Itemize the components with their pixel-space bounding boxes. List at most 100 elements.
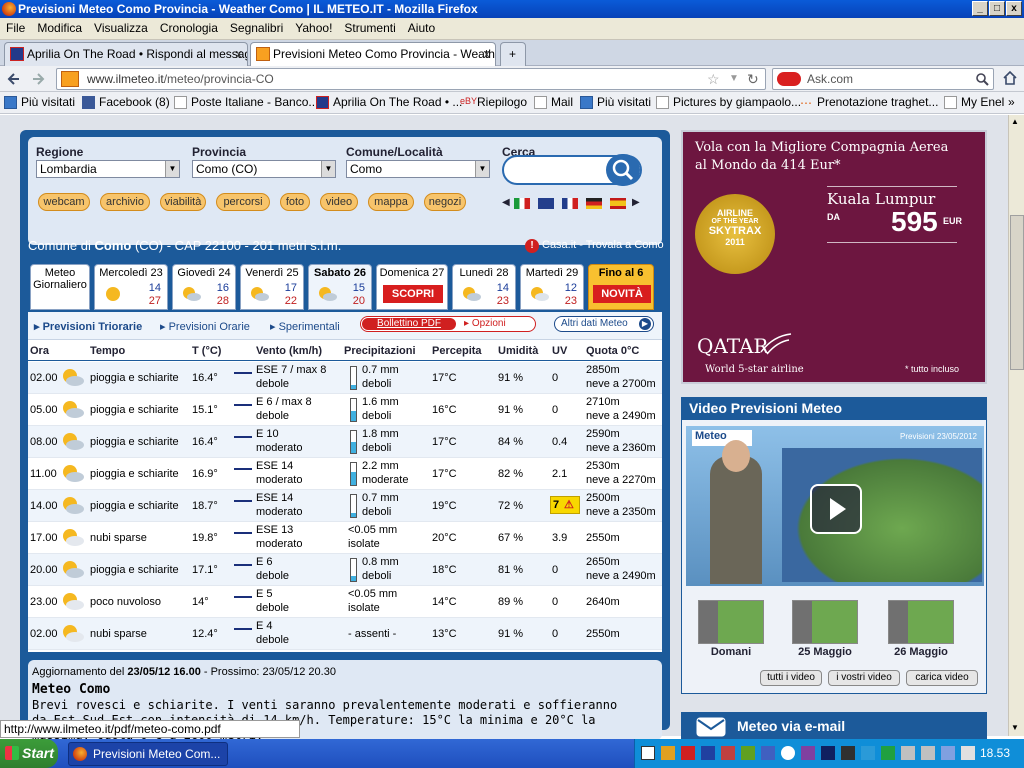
thumb-label-26-maggio[interactable]: 26 Maggio [888,646,954,658]
play-button[interactable] [810,484,862,534]
menu-cronologia[interactable]: Cronologia [154,18,224,35]
bookmark-star-icon[interactable]: ☆ [707,69,720,89]
next-lang-icon[interactable]: ▶ [632,197,640,208]
tab-sperimentali[interactable]: ▸ Sperimentali [270,320,340,333]
day-tab-giornaliero[interactable]: Meteo Giornaliero [30,264,90,310]
bluetooth-icon[interactable] [941,746,955,760]
day-tab-domenica[interactable]: Domenica 27 SCOPRI [376,264,448,310]
carica-video-button[interactable]: carica video [906,670,978,686]
pill-foto[interactable]: foto [280,193,310,211]
day-tab-giovedi[interactable]: Giovedì 24 16 28 [172,264,236,310]
comune-select[interactable]: Como ▼ [346,160,490,178]
back-arrow-icon[interactable] [6,71,22,87]
tray-app-icon[interactable] [681,746,695,760]
vertical-scrollbar[interactable]: ▲ ▼ [1008,115,1024,736]
bookmark-pictures[interactable]: Pictures by giampaolo... [656,95,801,109]
menu-yahoo[interactable]: Yahoo! [289,18,338,35]
menu-aiuto[interactable]: Aiuto [402,18,441,35]
bollettino-pdf-button[interactable]: Bollettino PDF [362,318,456,330]
search-button[interactable] [606,154,640,186]
tutti-i-video-button[interactable]: tutti i video [760,670,822,686]
altri-dati-button[interactable]: Altri dati Meteo ▶ [554,316,654,332]
tray-app-icon[interactable] [761,746,775,760]
tab-triorarie[interactable]: ▸ Previsioni Triorarie [34,320,142,333]
new-tab-button[interactable]: + [500,42,526,66]
minimize-button[interactable]: _ [972,1,988,16]
tray-app-icon[interactable] [641,746,655,760]
day-tab-fino-al-6[interactable]: Fino al 6 NOVITÀ [588,264,654,310]
menu-strumenti[interactable]: Strumenti [338,18,401,35]
close-tab-icon[interactable]: x [236,43,243,65]
email-section-header[interactable]: Meteo via e-mail [681,712,987,740]
tab-meteo[interactable]: Previsioni Meteo Como Provincia - Weath.… [250,42,496,67]
menu-modifica[interactable]: Modifica [31,18,88,35]
bookmark-mail[interactable]: Mail [534,95,573,109]
pill-webcam[interactable]: webcam [38,193,90,211]
maximize-button[interactable]: □ [989,1,1005,16]
bookmark-riepilogo[interactable]: eBY Riepilogo [460,95,527,109]
tray-app-icon[interactable] [661,746,675,760]
bookmarks-overflow[interactable]: » [1008,95,1015,109]
menu-file[interactable]: File [0,18,31,35]
thumb-label-25-maggio[interactable]: 25 Maggio [792,646,858,658]
tab-orarie[interactable]: ▸ Previsioni Orarie [160,320,250,333]
scrollbar-thumb[interactable] [1010,215,1024,370]
bookmark-facebook[interactable]: Facebook (8) [82,95,170,109]
url-bar[interactable]: www.ilmeteo.it/meteo/provincia-CO ☆ ▼ ↻ [56,68,766,90]
bookmark-piu-visitati[interactable]: Più visitati [4,95,75,109]
tray-app-icon[interactable] [801,746,815,760]
close-tab-icon[interactable]: x [484,43,491,65]
day-tab-lunedi[interactable]: Lunedì 28 14 23 [452,264,516,310]
video-thumb-26-maggio[interactable] [888,600,954,644]
start-button[interactable]: Start [0,739,58,768]
taskbar-app-firefox[interactable]: Previsioni Meteo Com... [68,742,228,766]
flag-fr-icon[interactable] [562,198,578,209]
close-button[interactable]: x [1006,1,1022,16]
bookmark-prenotazione[interactable]: ⋯ Prenotazione traghet... [800,95,938,110]
bookmark-aprilia[interactable]: Aprilia On The Road • ... [316,95,462,109]
video-thumb-25-maggio[interactable] [792,600,858,644]
home-icon[interactable] [1002,70,1018,86]
tray-app-icon[interactable] [741,746,755,760]
tab-aprilia[interactable]: Aprilia On The Road • Rispondi al messag… [4,42,248,66]
regione-select[interactable]: Lombardia ▼ [36,160,180,178]
tray-app-icon[interactable] [881,746,895,760]
pill-viabilita[interactable]: viabilità [160,193,206,211]
opzioni-button[interactable]: ▸ Opzioni [464,318,506,329]
pill-archivio[interactable]: archivio [100,193,150,211]
i-vostri-video-button[interactable]: i vostri video [828,670,900,686]
tray-app-icon[interactable] [841,746,855,760]
tray-app-icon[interactable] [901,746,915,760]
dropdown-icon[interactable]: ▼ [729,69,739,89]
qatar-ad[interactable]: Vola con la Migliore Compagnia Aerea al … [681,130,987,384]
search-input[interactable]: Ask.com [772,68,994,90]
pill-negozi[interactable]: negozi [424,193,466,211]
tray-app-icon[interactable] [821,746,835,760]
provincia-select[interactable]: Como (CO) ▼ [192,160,336,178]
pill-percorsi[interactable]: percorsi [216,193,270,211]
menu-segnalibri[interactable]: Segnalibri [224,18,289,35]
tray-app-icon[interactable] [861,746,875,760]
bookmark-piu-visitati-2[interactable]: Più visitati [580,95,651,109]
site-identity-icon[interactable] [61,71,79,87]
pill-video[interactable]: video [320,193,358,211]
forward-arrow-icon[interactable] [30,71,46,87]
thumb-label-domani[interactable]: Domani [698,646,764,658]
menu-visualizza[interactable]: Visualizza [88,18,154,35]
scroll-up-icon[interactable]: ▲ [1011,117,1019,126]
video-player[interactable]: Meteo Previsioni 23/05/2012 [686,426,984,586]
prev-lang-icon[interactable]: ◀ [502,197,510,208]
scopri-badge[interactable]: SCOPRI [383,285,443,303]
flag-es-icon[interactable] [610,198,626,209]
search-icon[interactable] [975,72,989,86]
tray-app-icon[interactable] [721,746,735,760]
flag-uk-icon[interactable] [538,198,554,209]
day-tab-sabato[interactable]: Sabato 26 15 20 [308,264,372,310]
bookmark-poste[interactable]: Poste Italiane - Banco... [174,95,318,109]
tray-app-icon[interactable] [921,746,935,760]
reload-icon[interactable]: ↻ [747,69,759,89]
day-tab-mercoledi[interactable]: Mercoledì 23 14 27 [94,264,168,310]
network-icon[interactable] [961,746,975,760]
scroll-down-icon[interactable]: ▼ [1011,723,1019,732]
bookmark-my-enel[interactable]: My Enel [944,95,1004,109]
